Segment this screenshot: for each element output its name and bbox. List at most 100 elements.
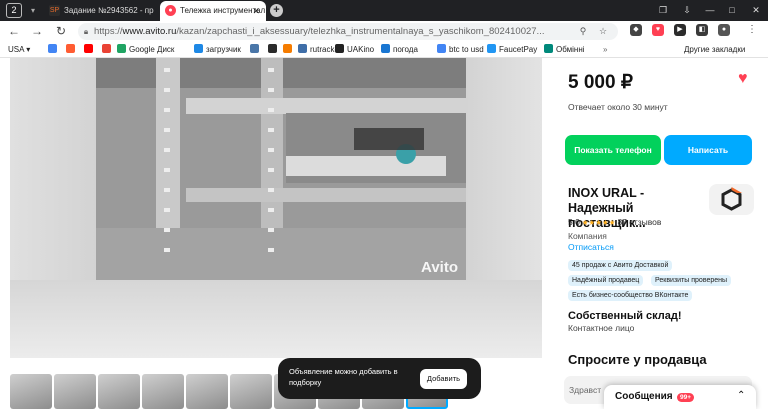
more-bookmarks-chevron-icon[interactable]: » (603, 41, 607, 57)
new-tab-button[interactable]: + (270, 4, 283, 17)
unsubscribe-link[interactable]: Отписаться (568, 242, 614, 252)
extension-icon[interactable]: ♥ (652, 24, 664, 36)
maximize-button[interactable]: □ (722, 0, 742, 21)
reload-icon[interactable]: ↻ (53, 23, 69, 39)
messages-count-badge: 99+ (677, 393, 695, 402)
badge-reliable-seller: Надёжный продавец (568, 275, 644, 286)
bookmark-yandex-icon[interactable] (66, 41, 78, 57)
browser-toolbar: ← → ↻ 🔒︎ https://www.avito.ru/kazan/zapch… (0, 21, 768, 41)
tab-counter[interactable]: 2 (6, 3, 22, 18)
extension-icon[interactable]: ◆ (630, 24, 642, 36)
other-bookmarks[interactable]: Другие закладки (684, 41, 746, 57)
messages-panel[interactable]: Сообщения 99+ ⌃ (604, 385, 756, 409)
bookmark-orange-icon[interactable] (283, 41, 295, 57)
bookmark-google-icon[interactable] (48, 41, 60, 57)
add-to-collection-toast: Объявление можно добавить в подборку Доб… (278, 358, 481, 399)
bookmark-google-drive[interactable]: Google Диск (117, 41, 175, 57)
close-tab-icon[interactable]: ✕ (252, 1, 260, 21)
badge-vk-community: Есть бизнес-сообщество ВКонтакте (568, 290, 693, 301)
tab-task[interactable]: SP Задание №2943562 - про (44, 1, 154, 21)
back-arrow-icon[interactable]: ← (6, 23, 22, 39)
bookmark-uakino[interactable]: UAKino (335, 41, 375, 57)
ask-seller-title: Спросите у продавца (568, 352, 707, 367)
extensions-area: ◆ ♥ ▶ ◧ ● ⋮ (628, 24, 768, 39)
bookmark-music-icon[interactable] (268, 41, 280, 57)
bookmark-label: Обмінні (556, 45, 585, 54)
bookmark-manager-icon[interactable]: ❐ (656, 0, 670, 21)
bookmark-downloader[interactable]: загрузчик (194, 41, 241, 57)
bookmark-label: Другие закладки (684, 45, 746, 54)
avito-listing-page: Avito Объявление можно добавить в подбор… (0, 58, 768, 409)
badge-deliveries: 45 продаж с Авито Доставкой (568, 260, 673, 271)
thumbnail[interactable] (230, 374, 272, 409)
bookmark-label: USA (8, 45, 25, 54)
avito-watermark: Avito (421, 259, 458, 276)
bookmarks-bar: USA ▾ Google Диск загрузчик rutracker UA… (0, 41, 768, 58)
tab-title: Задание №2943562 - про (64, 6, 154, 15)
reviews-count: 87 отзывов (617, 217, 662, 227)
bookmark-exchange[interactable]: Обмінні (544, 41, 585, 57)
url-host: www.avito.ru (122, 26, 177, 37)
address-bar[interactable]: 🔒︎ https://www.avito.ru/kazan/zapchasti_i… (78, 23, 618, 40)
messages-label: Сообщения (615, 391, 673, 402)
forward-arrow-icon[interactable]: → (29, 23, 45, 39)
url-path: /kazan/zapchasti_i_aksessuary/telezhka_i… (176, 26, 545, 37)
bookmark-vk-icon[interactable] (250, 41, 262, 57)
price: 5 000 ₽ (568, 72, 633, 93)
write-message-button[interactable]: Написать (664, 135, 752, 165)
warehouse-title: Собственный склад! (568, 310, 682, 322)
bookmark-weather[interactable]: погода (381, 41, 418, 57)
photo-gallery[interactable]: Avito (10, 58, 542, 358)
product-photo[interactable]: Avito (96, 58, 466, 280)
browser-tab-bar: 2 ▾ SP Задание №2943562 - про ● Тележка ин… (0, 0, 768, 21)
bookmark-label: Google Диск (129, 45, 175, 54)
tab-avito[interactable]: ● Тележка инструментал ✕ (160, 1, 266, 21)
favorite-heart-icon[interactable]: ♥ (738, 70, 748, 88)
lock-icon: 🔒︎ (83, 27, 89, 36)
bookmark-star-icon[interactable]: ☆ (596, 23, 610, 40)
bookmark-youtube-icon[interactable] (84, 41, 96, 57)
thumbnail[interactable] (98, 374, 140, 409)
thumbnail[interactable] (54, 374, 96, 409)
thumbnail[interactable] (142, 374, 184, 409)
sp-favicon-icon: SP (49, 5, 60, 17)
contact-person: Контактное лицо (568, 323, 635, 333)
bookmark-label: btc to usd (449, 45, 484, 54)
bookmark-gmail-icon[interactable] (102, 41, 114, 57)
bookmark-faucetpay[interactable]: FaucetPay (487, 41, 538, 57)
minimize-button[interactable]: — (700, 0, 720, 21)
listing-sidebar: 5 000 ₽ ♥ Отвечает около 30 минут Показа… (554, 58, 768, 409)
downloads-icon[interactable]: ⇩ (680, 0, 694, 21)
bookmark-label: погода (393, 45, 418, 54)
close-window-button[interactable]: ✕ (746, 0, 766, 21)
thumbnail[interactable] (10, 374, 52, 409)
site-settings-icon[interactable]: ⚲ (576, 23, 590, 40)
bookmark-label: UAKino (347, 45, 375, 54)
menu-dots-icon[interactable]: ⋮ (746, 24, 758, 36)
thumbnail[interactable] (186, 374, 228, 409)
gallery-lower-area (10, 280, 542, 358)
url-scheme: https:// (94, 26, 123, 37)
bookmark-label: загрузчик (206, 45, 241, 54)
seller-rating[interactable]: 5.0 ★★★★★ 87 отзывов (568, 217, 661, 227)
avito-favicon-icon: ● (165, 5, 176, 17)
chevron-up-icon[interactable]: ⌃ (737, 390, 745, 401)
extension-icon[interactable]: ◧ (696, 24, 708, 36)
tool-cart-image (96, 58, 466, 280)
rating-stars-icon: ★★★★★ (581, 218, 616, 227)
seller-type: Компания (568, 231, 607, 241)
bookmark-btc[interactable]: btc to usd (437, 41, 484, 57)
toast-message: Объявление можно добавить в подборку (289, 367, 398, 387)
bookmark-usa[interactable]: USA ▾ (8, 41, 30, 57)
profile-avatar-icon[interactable]: ● (718, 24, 730, 36)
bookmark-label: FaucetPay (499, 45, 538, 54)
tab-list-chevron-icon[interactable]: ▾ (26, 4, 40, 17)
add-to-collection-button[interactable]: Добавить (420, 369, 467, 389)
seller-hexagon-logo-icon (721, 187, 742, 211)
seller-logo[interactable] (709, 184, 754, 215)
reply-time: Отвечает около 30 минут (568, 102, 668, 112)
badge-details-verified: Реквизиты проверены (651, 275, 732, 286)
extension-icon[interactable]: ▶ (674, 24, 686, 36)
show-phone-button[interactable]: Показать телефон (565, 135, 661, 165)
rating-value: 5.0 (568, 217, 580, 227)
